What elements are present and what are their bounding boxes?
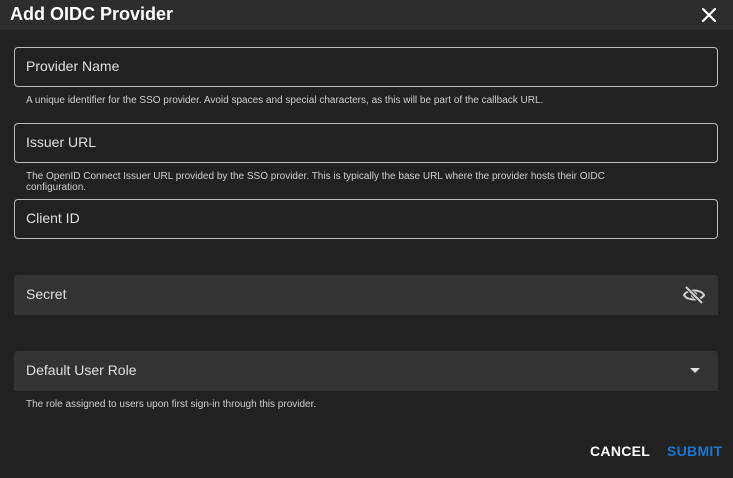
client-id-label: Client ID: [26, 210, 80, 226]
client-id-field[interactable]: Client ID: [14, 199, 718, 239]
default-user-role-label: Default User Role: [26, 362, 137, 378]
dialog-title: Add OIDC Provider: [10, 4, 174, 24]
cancel-button[interactable]: CANCEL: [590, 443, 650, 460]
caret-down-icon[interactable]: [690, 368, 700, 373]
close-icon[interactable]: [699, 5, 719, 25]
secret-label: Secret: [26, 286, 67, 302]
default-user-role-hint: The role assigned to users upon first si…: [26, 399, 317, 410]
issuer-url-hint: The OpenID Connect Issuer URL provided b…: [26, 171, 605, 193]
add-oidc-provider-dialog: Add OIDC Provider Provider Name A unique…: [0, 0, 733, 478]
provider-name-label: Provider Name: [26, 58, 120, 74]
submit-button[interactable]: SUBMIT: [667, 443, 722, 460]
secret-field[interactable]: Secret: [14, 275, 718, 315]
dialog-header: Add OIDC Provider: [0, 0, 733, 30]
provider-name-hint: A unique identifier for the SSO provider…: [26, 95, 544, 106]
provider-name-field[interactable]: Provider Name: [14, 47, 718, 87]
default-user-role-select[interactable]: Default User Role: [14, 351, 718, 391]
issuer-url-label: Issuer URL: [26, 134, 97, 150]
eye-off-icon[interactable]: [682, 284, 706, 306]
issuer-url-field[interactable]: Issuer URL: [14, 123, 718, 163]
